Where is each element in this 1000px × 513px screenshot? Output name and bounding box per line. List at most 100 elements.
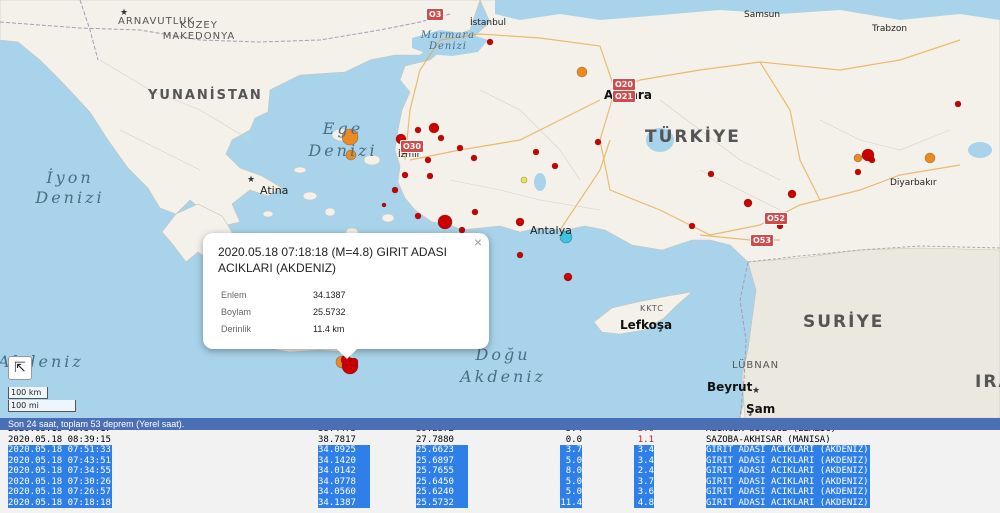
country-label-lubnan: LÜBNAN [732,360,780,371]
table-cell-time: 2020.05.18 07:26:57 [8,487,112,498]
table-cell-lon: 25.6897 [416,455,468,466]
city-label-antalya: Antalya [530,224,572,237]
popup-field-label: Derinlik [221,324,252,334]
popup-field-value: 11.4 km [313,324,345,334]
table-cell-lon: 25.6450 [416,476,468,487]
popup-field-lon: Boylam 25.5732 [221,307,346,317]
popup-field-value: 34.1387 [313,290,346,300]
earthquake-marker[interactable] [349,357,359,367]
road-shield: O53 [750,234,774,247]
table-cell-mag: 3.4 [634,455,654,466]
earthquake-marker[interactable] [391,186,399,194]
table-row[interactable]: 2020.05.18 07:26:57 34.0560 25.6240 5.0 3.6 G… [0,487,1000,498]
earthquake-marker[interactable] [414,126,422,134]
table-cell-lon: 25.6240 [416,487,468,498]
table-cell-lat: 34.0142 [318,466,370,477]
country-label-ira: IRA [975,372,1000,392]
city-label-diyarbakir: Diyarbakır [890,178,937,188]
earthquake-marker[interactable] [576,66,588,78]
earthquake-marker[interactable] [563,272,573,282]
city-label-atina: Atina [260,184,289,197]
popup-field-label: Boylam [221,307,252,317]
table-cell-time: 2020.05.18 07:18:18 [8,497,112,508]
popup-field-label: Enlem [221,290,247,300]
earthquake-marker[interactable] [424,156,432,164]
earthquake-marker[interactable] [516,251,524,259]
earthquake-marker[interactable] [532,148,540,156]
table-cell-depth: 0.0 [565,434,582,445]
table-row[interactable]: 2020.05.18 07:34:55 34.0142 25.7655 8.0 2.4 G… [0,466,1000,477]
capital-marker-icon: ★ [120,8,129,18]
earthquake-marker[interactable] [743,198,753,208]
table-cell-depth: 5.0 [560,487,582,498]
status-bar: Son 24 saat, toplam 53 deprem (Yerel saa… [0,418,1000,430]
earthquake-marker[interactable] [401,171,409,179]
earthquake-popup: 2020.05.18 07:18:18 (M=4.8) GIRIT ADASI … [203,233,489,359]
city-label-lefkosa: Lefkoşa [620,318,673,332]
earthquake-marker[interactable] [520,176,528,184]
earthquake-marker[interactable] [954,100,962,108]
table-row[interactable]: 2020.05.18 07:43:51 34.1420 25.6897 5.0 3.4 G… [0,455,1000,466]
earthquake-marker[interactable] [426,172,434,180]
table-cell-place: GIRIT ADASI ACIKLARI (AKDENIZ) [706,487,870,498]
sea-label-marmara: Marmara Denizi [420,30,476,52]
city-label-istanbul: İstanbul [470,18,507,28]
table-cell-place: GIRIT ADASI ACIKLARI (AKDENIZ) [706,497,870,508]
close-icon[interactable]: × [474,234,482,250]
earthquake-marker[interactable] [486,38,494,46]
table-cell-time: 2020.05.18 07:43:51 [8,455,112,466]
table-cell-place: GIRIT ADASI ACIKLARI (AKDENIZ) [706,476,870,487]
capital-marker-icon: ★ [247,175,256,185]
table-cell-mag: 3.6 [634,487,654,498]
table-cell-lon: 25.6623 [416,445,468,456]
earthquake-marker[interactable] [868,156,876,164]
country-label-yunanistan: YUNANİSTAN [148,88,263,103]
road-shield: O3 [426,8,445,21]
earthquake-marker[interactable] [414,212,422,220]
land-levant [741,247,1000,418]
earthquake-marker[interactable] [456,144,464,152]
earthquake-marker[interactable] [437,134,445,142]
city-label-samsun: Samsun [744,10,781,20]
road-shield: O30 [400,140,424,153]
country-label-turkiye: TÜRKİYE [645,127,741,147]
earthquake-marker[interactable] [924,152,936,164]
earthquake-marker[interactable] [471,208,479,216]
earthquake-marker[interactable] [428,122,440,134]
table-row[interactable]: 2020.05.18 07:18:18 34.1387 25.5732 11.4 4.8… [0,497,1000,508]
road-shield: O21 [612,90,636,103]
table-cell-depth: 11.4 [560,497,582,508]
table-cell-time: 2020.05.18 08:39:15 [8,434,111,445]
earthquake-marker[interactable] [853,153,863,163]
table-cell-mag: 3.7 [634,476,654,487]
table-cell-depth: 5.0 [560,476,582,487]
earthquake-marker[interactable] [437,214,453,230]
earthquake-marker[interactable] [551,162,559,170]
scale-bar-mi: 100 mi [8,400,76,412]
earthquake-marker[interactable] [381,202,387,208]
table-cell-lon: 27.7880 [416,434,454,445]
table-cell-lat: 38.7817 [318,434,356,445]
table-cell-time: 2020.05.18 07:51:33 [8,445,112,456]
earthquake-marker[interactable] [515,217,525,227]
table-row[interactable]: 2020.05.18 07:30:26 34.0778 25.6450 5.0 3.7 G… [0,476,1000,487]
country-label-kktc: KKTC [640,304,664,313]
road-shield: O52 [764,212,788,225]
table-cell-lat: 34.1387 [318,497,370,508]
earthquake-marker[interactable] [787,189,797,199]
table-row[interactable]: 2020.05.18 08:39:15 38.7817 27.7880 0.0 1.1 S… [0,435,1000,446]
table-cell-lon: 25.7655 [416,466,468,477]
earthquake-marker[interactable] [594,138,602,146]
earthquake-marker[interactable] [470,154,478,162]
table-cell-lat: 34.0925 [318,445,370,456]
scale-bar-km: 100 km [8,387,48,399]
earthquake-marker[interactable] [707,170,715,178]
table-cell-time: 2020.05.18 07:34:55 [8,466,112,477]
earthquake-map[interactable]: TÜRKİYE SURİYE YUNANİSTAN IRA KUZEY MAKE… [0,0,1000,418]
table-cell-mag: 2.4 [634,466,654,477]
table-row[interactable]: 2020.05.18 07:51:33 34.0925 25.6623 3.7 3.4 G… [0,445,1000,456]
arrow-expand-icon[interactable]: ⇱ [8,356,32,380]
table-cell-mag: 4.8 [634,497,654,508]
earthquake-marker[interactable] [688,222,696,230]
earthquake-marker[interactable] [854,168,862,176]
